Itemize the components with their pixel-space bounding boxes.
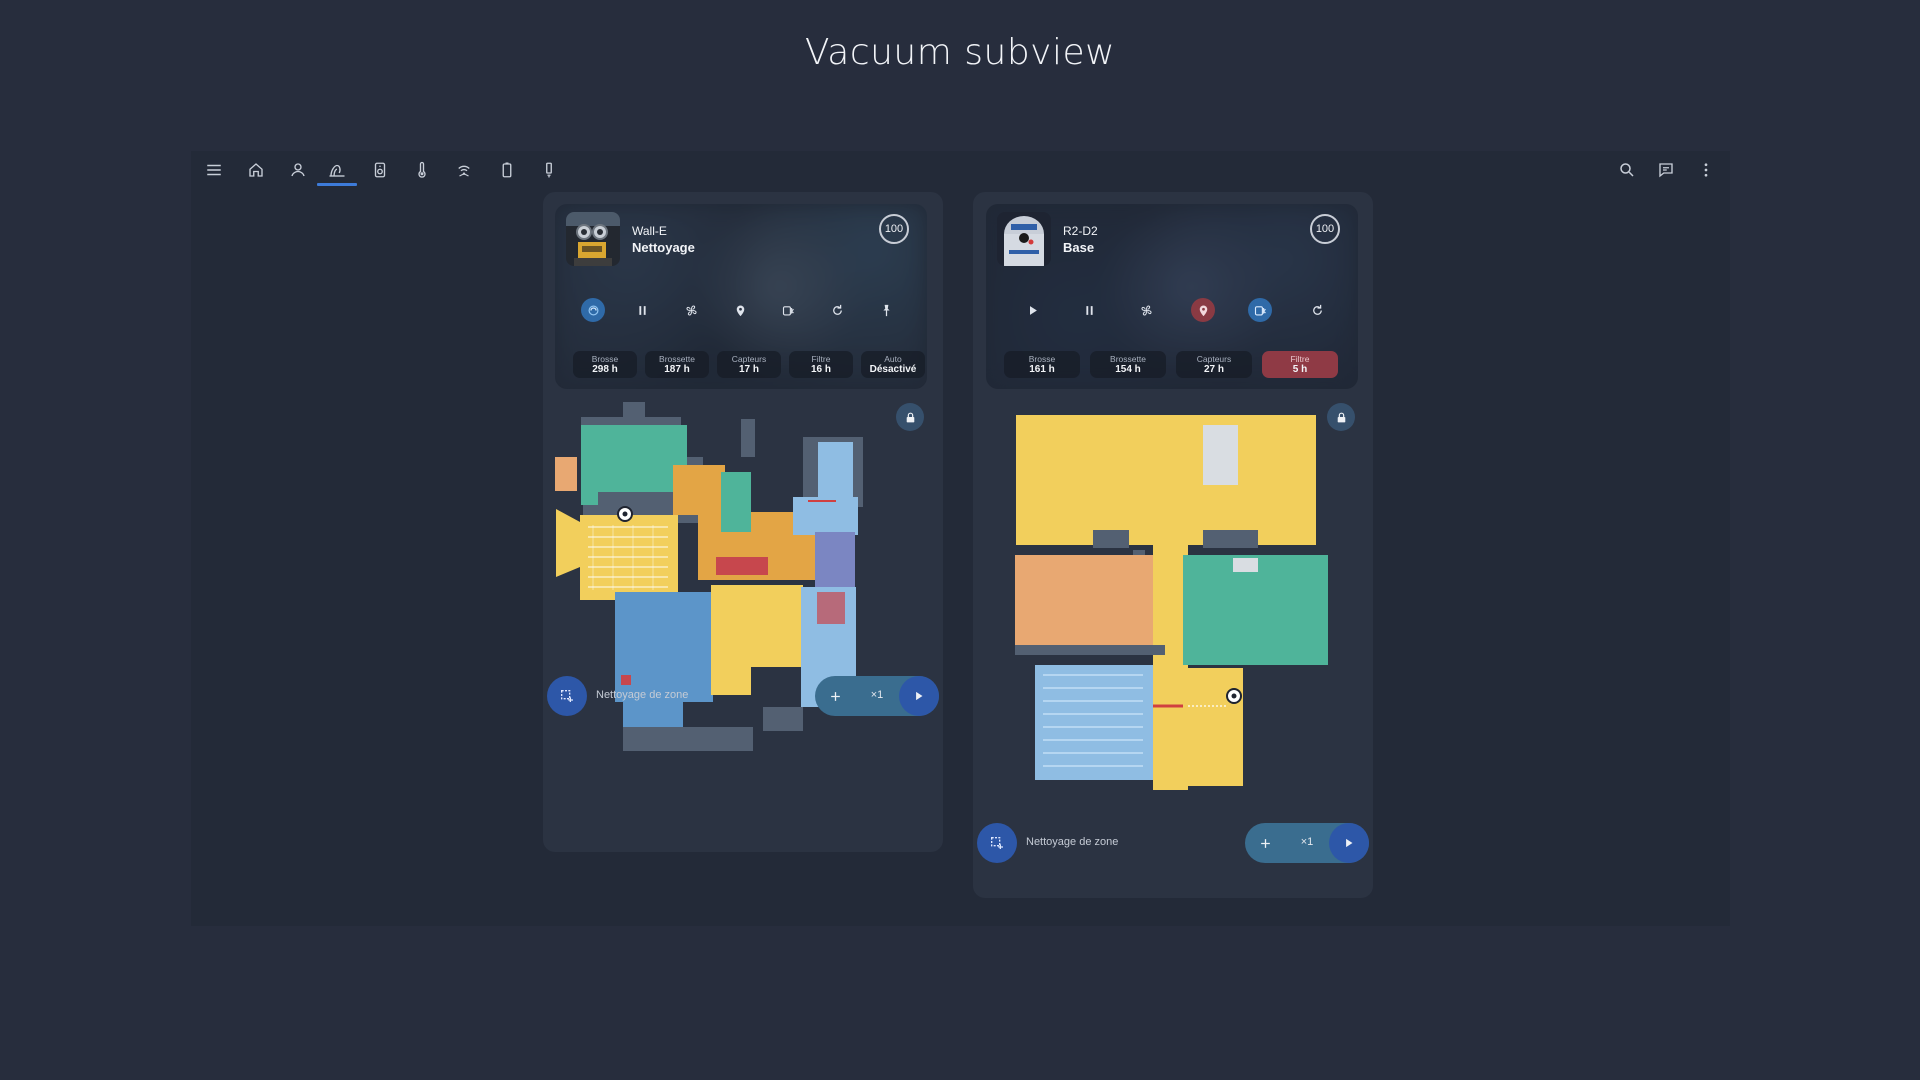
search-icon[interactable]: [1614, 157, 1640, 183]
refresh-icon[interactable]: [825, 298, 849, 322]
thermometer-icon[interactable]: [409, 157, 435, 183]
vacuum-header: Wall-E Nettoyage 100 Brosse 298 h Brosse…: [555, 204, 927, 389]
battery-icon[interactable]: [494, 157, 520, 183]
add-zone-icon[interactable]: [1249, 823, 1281, 863]
zone-select-icon[interactable]: [547, 676, 587, 716]
vacuum-card-wall-e: Wall-E Nettoyage 100 Brosse 298 h Brosse…: [543, 192, 943, 852]
stat-filter[interactable]: Filtre 5 h: [1262, 351, 1338, 378]
menu-icon[interactable]: [201, 157, 227, 183]
stat-side-brush[interactable]: Brossette 154 h: [1090, 351, 1166, 378]
stat-sensors[interactable]: Capteurs 17 h: [717, 351, 781, 378]
vacuum-header: R2-D2 Base 100 Brosse 161 h Brossette 15…: [986, 204, 1358, 389]
locate-icon[interactable]: [728, 298, 752, 322]
home-icon[interactable]: [243, 157, 269, 183]
battery-level: 100: [879, 214, 909, 244]
zone-clean-label: Nettoyage de zone: [1026, 836, 1119, 848]
robot-status: Nettoyage: [632, 240, 695, 255]
pin-icon[interactable]: [874, 298, 898, 322]
fan-icon[interactable]: [1134, 298, 1158, 322]
dashboard-panel: Wall-E Nettoyage 100 Brosse 298 h Brosse…: [191, 151, 1730, 926]
page-title: Vacuum subview: [804, 32, 1116, 73]
zone-actions-pill: ×1: [815, 676, 939, 716]
zone-actions-pill: ×1: [1245, 823, 1369, 863]
robot-vacuum-icon[interactable]: [324, 157, 350, 183]
stat-auto[interactable]: Auto Désactivé: [861, 351, 925, 378]
light-bulb-icon[interactable]: [536, 157, 562, 183]
pause-icon[interactable]: [1077, 298, 1101, 322]
more-vert-icon[interactable]: [1693, 157, 1719, 183]
vacuum-card-r2-d2: R2-D2 Base 100 Brosse 161 h Brossette 15…: [973, 192, 1373, 898]
control-row: [986, 298, 1358, 322]
wifi-icon[interactable]: [451, 157, 477, 183]
stat-filter[interactable]: Filtre 16 h: [789, 351, 853, 378]
clean-active-icon[interactable]: [581, 298, 605, 322]
zone-clean-bar: Nettoyage de zone ×1: [547, 676, 939, 716]
chat-icon[interactable]: [1653, 157, 1679, 183]
fan-icon[interactable]: [679, 298, 703, 322]
battery-level: 100: [1310, 214, 1340, 244]
dock-icon[interactable]: [776, 298, 800, 322]
toolbar: [191, 151, 1730, 187]
locate-icon[interactable]: [1191, 298, 1215, 322]
robot-avatar: [566, 212, 620, 266]
control-row: [555, 298, 927, 322]
robot-name: Wall-E: [632, 224, 667, 238]
stat-side-brush[interactable]: Brossette 187 h: [645, 351, 709, 378]
zone-clean-label: Nettoyage de zone: [596, 689, 689, 701]
repeat-count[interactable]: ×1: [857, 689, 897, 701]
repeat-count[interactable]: ×1: [1287, 836, 1327, 848]
zone-clean-bar: Nettoyage de zone ×1: [977, 823, 1369, 863]
person-icon[interactable]: [285, 157, 311, 183]
floor-map[interactable]: [1013, 410, 1333, 790]
play-icon[interactable]: [1020, 298, 1044, 322]
pause-icon[interactable]: [630, 298, 654, 322]
stat-brush[interactable]: Brosse 161 h: [1004, 351, 1080, 378]
refresh-icon[interactable]: [1305, 298, 1329, 322]
robot-name: R2-D2: [1063, 224, 1098, 238]
zone-select-icon[interactable]: [977, 823, 1017, 863]
add-zone-icon[interactable]: [819, 676, 851, 716]
dock-icon[interactable]: [1248, 298, 1272, 322]
speaker-icon[interactable]: [367, 157, 393, 183]
start-zone-icon[interactable]: [899, 676, 939, 716]
start-zone-icon[interactable]: [1329, 823, 1369, 863]
stat-sensors[interactable]: Capteurs 27 h: [1176, 351, 1252, 378]
robot-status: Base: [1063, 240, 1095, 255]
robot-avatar: [997, 212, 1051, 266]
active-tab-indicator: [317, 183, 357, 186]
stat-brush[interactable]: Brosse 298 h: [573, 351, 637, 378]
